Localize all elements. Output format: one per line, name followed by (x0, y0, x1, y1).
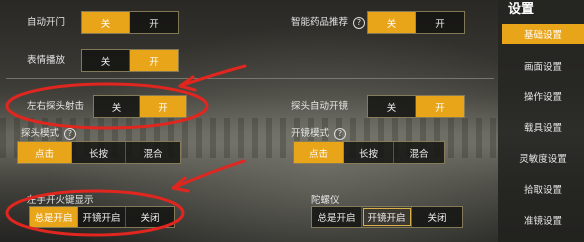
annotation-ellipse-peek (5, 82, 209, 130)
annotation-arrow-peek (178, 64, 247, 88)
annotation-ellipse-left-fire (5, 189, 185, 237)
annotation-arrow-left-fire (171, 159, 246, 190)
annotation-overlay (5, 64, 247, 237)
